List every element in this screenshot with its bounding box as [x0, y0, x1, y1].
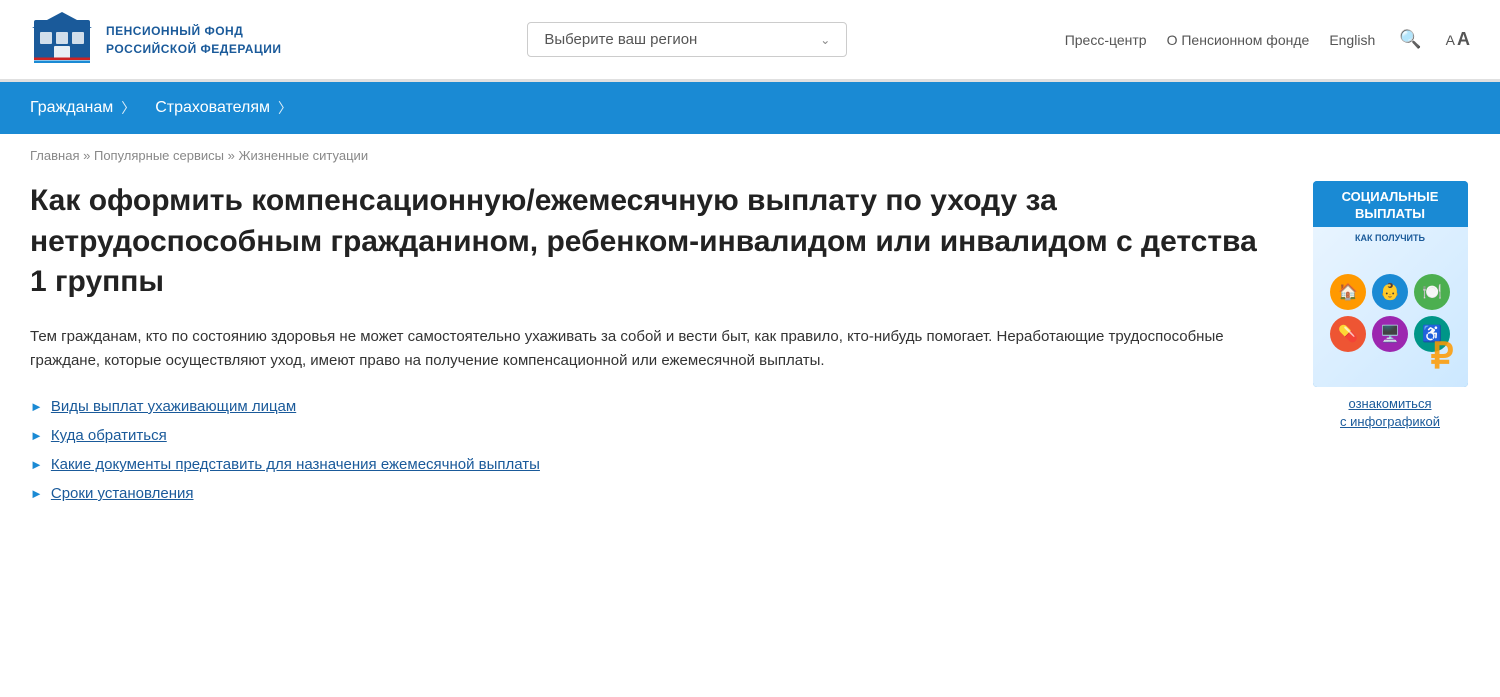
infographic-title2: ВЫПЛАТЫ: [1319, 206, 1462, 223]
breadcrumb-sep2: »: [228, 148, 235, 163]
breadcrumb-sep1: »: [83, 148, 90, 163]
infographic-link-text: ознакомитьсяс инфографикой: [1340, 396, 1440, 429]
infographic-icon-3: 🍽️: [1414, 274, 1450, 310]
toc-item: ► Сроки установления: [30, 485, 1280, 502]
search-icon: 🔍: [1399, 29, 1421, 49]
infographic-icon-5: 🖥️: [1372, 316, 1408, 352]
content-left: Как оформить компенсационную/ежемесячную…: [30, 181, 1280, 502]
main-nav: Гражданам 〉 Страхователям 〉: [0, 82, 1500, 134]
region-placeholder: Выберите ваш регион: [544, 31, 697, 48]
toc-item: ► Какие документы представить для назнач…: [30, 456, 1280, 473]
toc-arrow-icon: ►: [30, 399, 43, 414]
region-selector: Выберите ваш регион ⌄: [310, 22, 1065, 57]
chevron-down-icon: ⌄: [820, 33, 830, 47]
logo-area: ПЕНСИОННЫЙ ФОНД РОССИЙСКОЙ ФЕДЕРАЦИИ: [30, 10, 310, 70]
infographic-icon-4: 💊: [1330, 316, 1366, 352]
intro-text: Тем гражданам, кто по состоянию здоровья…: [30, 325, 1230, 375]
infographic-icon-1: 🏠: [1330, 274, 1366, 310]
breadcrumb-current: Жизненные ситуации: [238, 148, 368, 163]
about-link[interactable]: О Пенсионном фонде: [1167, 32, 1310, 48]
infographic-link[interactable]: ознакомитьсяс инфографикой: [1340, 395, 1440, 431]
header-nav: Пресс-центр О Пенсионном фонде English 🔍…: [1065, 25, 1470, 54]
logo-icon: [30, 10, 94, 70]
toc-link[interactable]: Сроки установления: [51, 485, 194, 502]
breadcrumb-popular[interactable]: Популярные сервисы: [94, 148, 224, 163]
site-header: ПЕНСИОННЫЙ ФОНД РОССИЙСКОЙ ФЕДЕРАЦИИ Выб…: [0, 0, 1500, 80]
press-center-link[interactable]: Пресс-центр: [1065, 32, 1147, 48]
toc-link[interactable]: Куда обратиться: [51, 427, 167, 444]
infographic-image: КАК ПОЛУЧИТЬ 🏠 👶 🍽️ 💊 🖥️ ♿ ₽: [1313, 227, 1468, 387]
toc-item: ► Виды выплат ухаживающим лицам: [30, 398, 1280, 415]
toc-link[interactable]: Какие документы представить для назначен…: [51, 456, 540, 473]
infographic-box[interactable]: СОЦИАЛЬНЫЕ ВЫПЛАТЫ КАК ПОЛУЧИТЬ 🏠 👶 🍽️ 💊…: [1313, 181, 1468, 387]
ruble-icon: ₽: [1431, 335, 1454, 377]
font-size-control[interactable]: А А: [1446, 29, 1470, 50]
main-content: Как оформить компенсационную/ежемесячную…: [0, 171, 1500, 532]
toc-arrow-icon: ►: [30, 428, 43, 443]
toc-item: ► Куда обратиться: [30, 427, 1280, 444]
breadcrumb-home[interactable]: Главная: [30, 148, 79, 163]
nav-citizens-arrow-icon: 〉: [121, 98, 135, 118]
region-select-button[interactable]: Выберите ваш регион ⌄: [527, 22, 847, 57]
nav-insurers[interactable]: Страхователям 〉: [155, 98, 312, 118]
breadcrumb: Главная » Популярные сервисы » Жизненные…: [0, 134, 1500, 171]
infographic-sublabel: КАК ПОЛУЧИТЬ: [1355, 233, 1425, 243]
nav-insurers-arrow-icon: 〉: [278, 98, 292, 118]
toc-link[interactable]: Виды выплат ухаживающим лицам: [51, 398, 296, 415]
toc-list: ► Виды выплат ухаживающим лицам ► Куда о…: [30, 398, 1280, 502]
page-title: Как оформить компенсационную/ежемесячную…: [30, 181, 1280, 303]
content-right: СОЦИАЛЬНЫЕ ВЫПЛАТЫ КАК ПОЛУЧИТЬ 🏠 👶 🍽️ 💊…: [1310, 181, 1470, 431]
toc-arrow-icon: ►: [30, 457, 43, 472]
logo-text: ПЕНСИОННЫЙ ФОНД РОССИЙСКОЙ ФЕДЕРАЦИИ: [106, 22, 281, 58]
nav-insurers-label: Страхователям: [155, 99, 270, 117]
nav-citizens-label: Гражданам: [30, 99, 113, 117]
toc-arrow-icon: ►: [30, 486, 43, 501]
font-small-a[interactable]: А: [1446, 32, 1455, 48]
font-big-a[interactable]: А: [1457, 29, 1470, 50]
infographic-icon-2: 👶: [1372, 274, 1408, 310]
search-button[interactable]: 🔍: [1395, 25, 1425, 54]
infographic-header: СОЦИАЛЬНЫЕ ВЫПЛАТЫ: [1313, 181, 1468, 227]
infographic-title1: СОЦИАЛЬНЫЕ: [1319, 189, 1462, 206]
english-link[interactable]: English: [1329, 32, 1375, 48]
nav-citizens[interactable]: Гражданам 〉: [30, 98, 155, 118]
